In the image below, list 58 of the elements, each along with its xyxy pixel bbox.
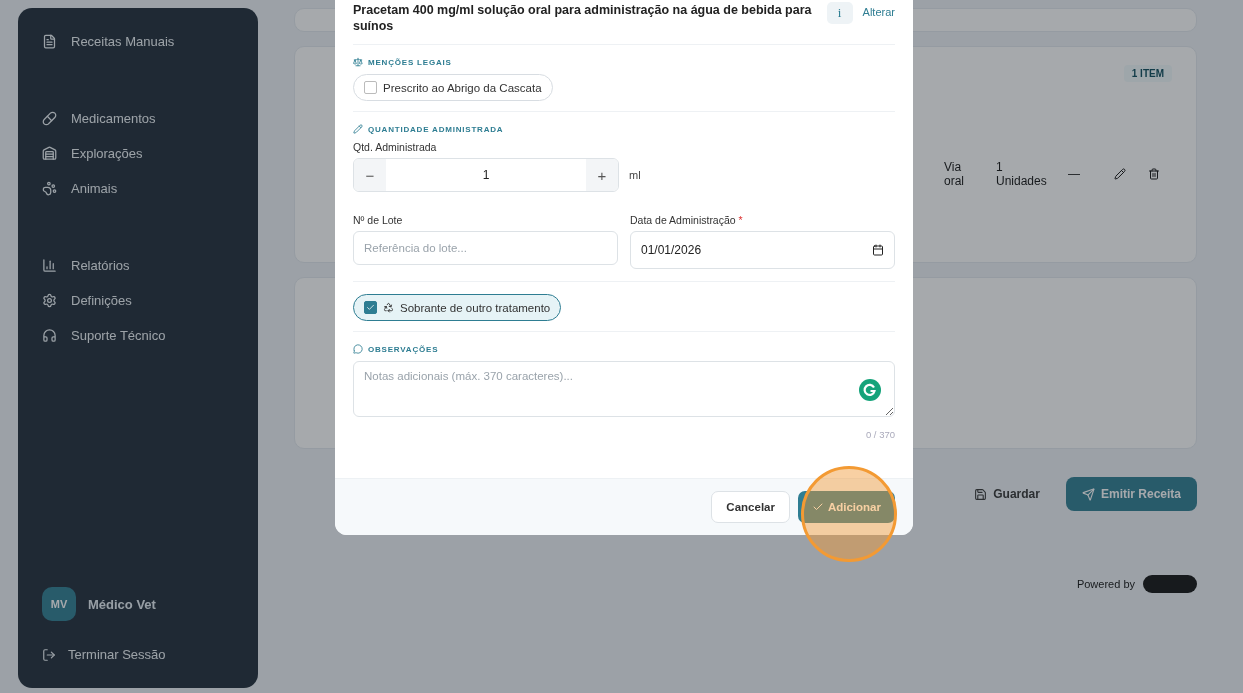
section-heading: MENÇÕES LEGAIS (368, 57, 452, 67)
field-label: Qtd. Administrada (353, 141, 438, 153)
field-label: Data de Administração (630, 214, 736, 226)
date-input-field[interactable]: 01/01/2026 (630, 231, 895, 269)
calendar-icon[interactable] (872, 244, 884, 256)
table-cell-text: — (1068, 167, 1081, 181)
comment-icon (353, 344, 363, 354)
pencil-icon (353, 124, 363, 134)
paw-icon (42, 181, 57, 196)
headset-icon (42, 328, 57, 343)
sidebar-item[interactable]: Receitas Manuais (30, 24, 246, 59)
grammar-assistant-icon[interactable] (859, 379, 881, 401)
sidebar-item[interactable]: Suporte Técnico (30, 318, 246, 353)
notes-input-field[interactable]: Notas adicionais (máx. 370 caracteres)... (353, 361, 895, 417)
legal-checkbox[interactable]: Prescrito ao Abrigo da Cascata (353, 74, 553, 101)
unit-label: ml (629, 169, 641, 181)
field-label: Nº de Lote (353, 214, 404, 226)
sidebar-item[interactable]: Animais (30, 171, 246, 206)
leftover-checkbox[interactable]: Sobrante de outro tratamento (353, 294, 562, 321)
document-icon (42, 34, 57, 49)
paper-plane-icon (1081, 487, 1095, 501)
sidebar-item[interactable]: Medicamentos (30, 101, 246, 136)
check-icon (366, 303, 375, 312)
save-button[interactable]: Guardar (968, 486, 1046, 502)
item-count-badge: 1 ITEM (1123, 65, 1172, 82)
lot-input-field[interactable]: Referência do lote... (353, 231, 618, 265)
decrement-button[interactable]: − (354, 159, 386, 191)
required-mark: * (738, 214, 743, 226)
user-name: Médico Vet (88, 596, 156, 612)
change-link[interactable]: Alterar (862, 2, 895, 18)
sidebar-item[interactable]: Explorações (30, 136, 246, 171)
table-cell-text: Via oral (944, 160, 965, 188)
sidebar-item[interactable]: Definições (30, 283, 246, 318)
scale-icon (353, 57, 363, 67)
section-heading: OBSERVAÇÕES (368, 344, 439, 354)
medication-title: Pracetam 400 mg/ml solução oral para administração na água de bebida para suínos (353, 2, 813, 34)
issue-prescription-button[interactable]: Emitir Receita (1065, 477, 1197, 511)
building-icon (42, 146, 57, 161)
logout-link[interactable]: Terminar Sessão (30, 631, 246, 672)
section-heading: QUANTIDADE ADMINISTRADA (368, 124, 504, 134)
powered-by-text: Powered by (1076, 578, 1135, 590)
increment-button[interactable]: + (586, 159, 618, 191)
cancel-button[interactable]: Cancelar (711, 491, 790, 523)
delete-icon[interactable] (1148, 168, 1160, 180)
settings-icon (42, 293, 57, 308)
logout-icon (42, 647, 56, 662)
chart-icon (42, 258, 57, 273)
pills-icon (42, 111, 57, 126)
character-counter: 0 / 370 (864, 428, 895, 440)
brand-logo (1143, 575, 1197, 593)
sidebar-item[interactable]: Relatórios (30, 248, 246, 283)
quantity-value[interactable]: 1 (386, 159, 586, 191)
table-cell: 1 Unidades (996, 160, 1046, 188)
recycle-icon (383, 302, 394, 313)
check-icon (811, 501, 824, 513)
user-avatar: MV (42, 587, 76, 621)
edit-icon[interactable] (1114, 168, 1126, 180)
info-button[interactable]: i (826, 2, 853, 24)
